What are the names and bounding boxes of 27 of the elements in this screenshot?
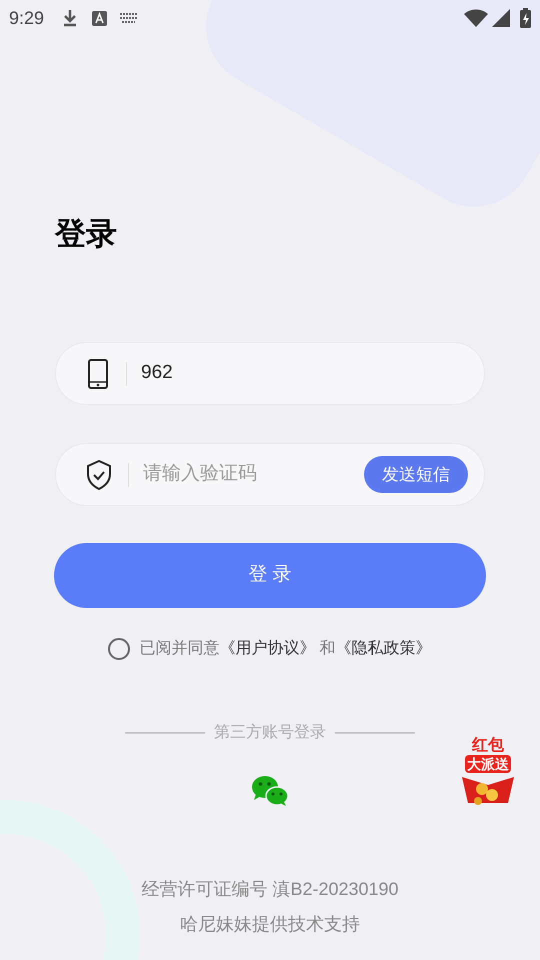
license-number: 经营许可证编号 滇B2-20230190 [141, 878, 399, 901]
promo-subtitle: 大派送 [465, 755, 511, 773]
code-field[interactable]: 请输入验证码 发送短信 [55, 443, 485, 506]
wechat-icon[interactable] [251, 775, 289, 807]
phone-input[interactable]: 962 [141, 359, 452, 388]
agreement-text: 已阅并同意《用户协议》 和《隐私政策》 [139, 638, 432, 659]
keyboard-icon [119, 12, 138, 24]
battery-icon [520, 8, 531, 28]
signal-icon [492, 9, 510, 27]
privacy-policy-link[interactable]: 《隐私政策》 [336, 640, 432, 657]
wifi-icon [464, 9, 488, 27]
user-agreement-link[interactable]: 《用户协议》 [219, 640, 316, 657]
third-party-login-label: ————— 第三方账号登录 ————— [125, 722, 415, 743]
phone-icon [88, 358, 108, 388]
text-app-icon [92, 10, 108, 26]
phone-field[interactable]: 962 [55, 342, 485, 405]
promo-title: 红包 [472, 737, 504, 755]
code-input[interactable]: 请输入验证码 [143, 460, 364, 489]
shield-check-icon [86, 460, 112, 490]
download-icon [62, 9, 78, 27]
tech-support-credit: 哈尼妹妹提供技术支持 [180, 913, 360, 936]
agree-checkbox[interactable] [108, 638, 130, 660]
page-title: 登录 [55, 215, 117, 253]
send-sms-button[interactable]: 发送短信 [364, 456, 468, 493]
gift-envelope-promo[interactable]: 红包 大派送 [457, 737, 519, 809]
login-button[interactable]: 登 录 [54, 543, 486, 608]
status-time: 9:29 [9, 6, 44, 30]
